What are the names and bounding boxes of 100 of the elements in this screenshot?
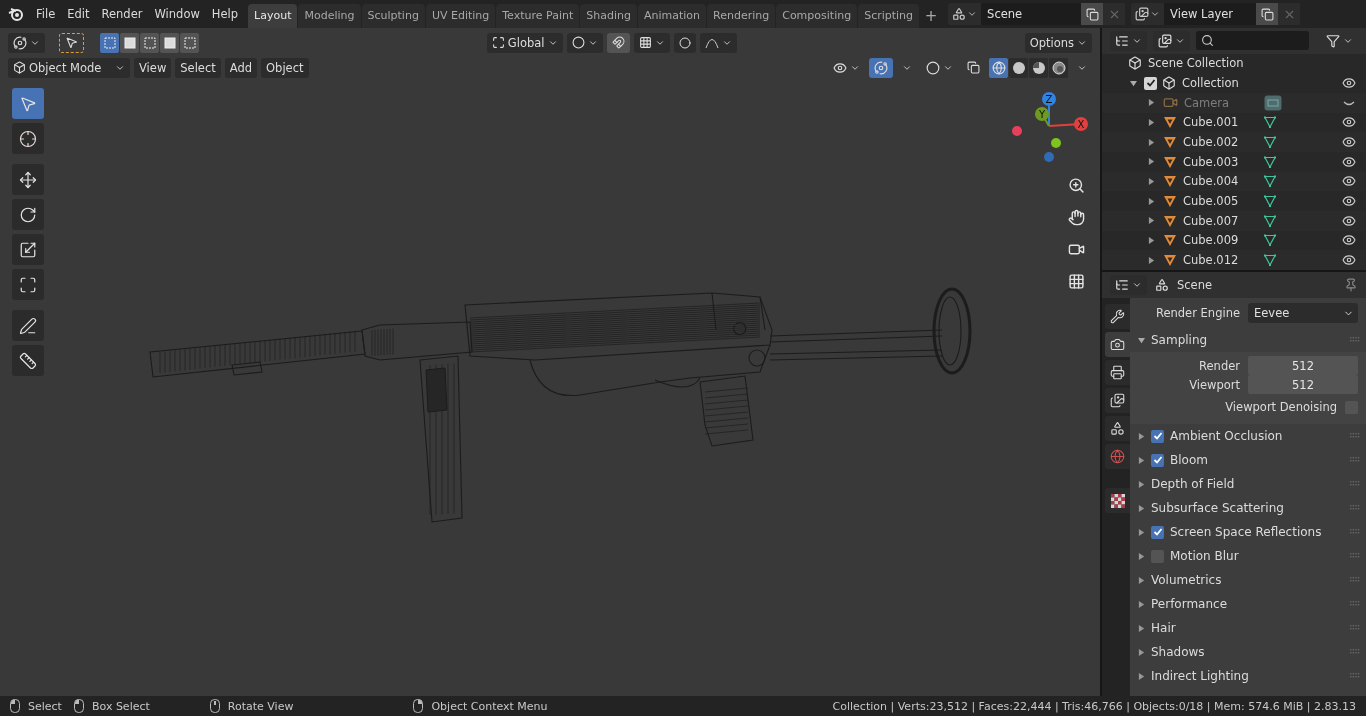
collapsed-triangle-icon[interactable]	[1147, 158, 1155, 166]
checkbox[interactable]	[1151, 429, 1164, 443]
mode-dropdown[interactable]: Object Mode	[8, 57, 130, 78]
eye-icon[interactable]	[1342, 213, 1356, 228]
tool-button[interactable]	[12, 234, 44, 265]
collapsed-triangle-icon[interactable]	[1147, 177, 1155, 185]
outliner-item-label[interactable]: Cube.009	[1183, 233, 1245, 248]
outliner-item-label[interactable]: Cube.002	[1183, 135, 1245, 150]
scene-selector-button[interactable]	[948, 3, 982, 25]
collapsed-triangle-icon[interactable]	[1138, 576, 1145, 584]
mesh-data-icon[interactable]	[1263, 115, 1277, 130]
mesh-data-icon[interactable]	[1263, 135, 1277, 150]
number-field[interactable]: 512	[1248, 356, 1358, 375]
panel-title[interactable]: Sampling	[1151, 333, 1344, 347]
outliner-item-label[interactable]: Collection	[1182, 76, 1244, 91]
menu-item[interactable]: Render	[95, 3, 149, 25]
workspace-tab[interactable]: Modeling	[298, 4, 361, 28]
drag-handle-icon[interactable]	[1350, 577, 1360, 583]
workspace-tab[interactable]: Animation	[637, 4, 707, 28]
selection-mode-button[interactable]	[160, 32, 179, 53]
drag-handle-icon[interactable]	[1350, 457, 1360, 463]
selection-mode-button[interactable]	[180, 32, 199, 53]
collapsed-triangle-icon[interactable]	[1138, 432, 1145, 440]
negative-axis-dot[interactable]	[1012, 126, 1022, 136]
tool-button[interactable]	[12, 310, 44, 341]
collapsed-triangle-icon[interactable]	[1147, 197, 1155, 205]
panel-title[interactable]: Ambient Occlusion	[1170, 429, 1344, 443]
collapsed-triangle-icon[interactable]	[1138, 624, 1145, 632]
add-workspace-button[interactable]: +	[920, 4, 943, 28]
menu-item[interactable]: Help	[205, 3, 245, 25]
selection-mode-button[interactable]	[100, 32, 119, 53]
axis-handle[interactable]: X	[1048, 117, 1088, 131]
outliner-item-label[interactable]: Cube.004	[1183, 174, 1245, 189]
collapsed-triangle-icon[interactable]	[1147, 217, 1155, 225]
drag-handle-icon[interactable]	[1350, 625, 1360, 631]
shading-mode-button[interactable]	[1049, 57, 1068, 78]
eye-icon[interactable]	[1342, 174, 1356, 189]
checkbox[interactable]	[1151, 525, 1164, 539]
expanded-triangle-icon[interactable]	[1129, 79, 1137, 87]
copy-button[interactable]	[1081, 3, 1104, 25]
workspace-tab[interactable]: Texture Paint	[496, 4, 580, 28]
selection-mode-button[interactable]	[140, 32, 159, 53]
viewport-menu[interactable]: Select	[175, 57, 221, 78]
display-mode-button[interactable]	[1153, 30, 1190, 51]
snap-target-dropdown[interactable]	[633, 32, 670, 53]
eye-icon[interactable]	[1342, 135, 1356, 150]
orientation-dropdown[interactable]: Global	[486, 32, 563, 53]
outliner-item-label[interactable]: Cube.005	[1183, 194, 1245, 209]
negative-axis-dot[interactable]	[1044, 152, 1054, 162]
collapsed-triangle-icon[interactable]	[1147, 236, 1155, 244]
outliner-type-button[interactable]	[1110, 30, 1147, 51]
shading-mode-button[interactable]	[989, 57, 1008, 78]
mesh-data-icon[interactable]	[1263, 194, 1277, 209]
editor-type-button[interactable]	[8, 32, 45, 53]
tool-button[interactable]	[12, 345, 44, 376]
tool-button[interactable]	[12, 164, 44, 195]
snap-button[interactable]	[606, 32, 630, 53]
collapsed-triangle-icon[interactable]	[1138, 600, 1145, 608]
collapsed-triangle-icon[interactable]	[1138, 648, 1145, 656]
mesh-data-icon[interactable]	[1263, 213, 1277, 228]
eye-icon[interactable]	[1342, 233, 1356, 248]
panel-title[interactable]: Subsurface Scattering	[1151, 501, 1344, 515]
drag-handle-icon[interactable]	[1350, 649, 1360, 655]
mesh-data-icon[interactable]	[1263, 233, 1277, 248]
collapsed-triangle-icon[interactable]	[1138, 456, 1145, 464]
viewport-menu[interactable]: Add	[224, 57, 258, 78]
tool-button[interactable]	[12, 269, 44, 300]
eye-icon[interactable]	[1342, 194, 1356, 209]
viewport-menu[interactable]: View	[134, 57, 172, 78]
collapsed-triangle-icon[interactable]	[1138, 480, 1145, 488]
collapsed-triangle-icon[interactable]	[1138, 672, 1145, 680]
properties-tab[interactable]	[1105, 332, 1130, 357]
search-field[interactable]	[1196, 31, 1309, 51]
mesh-data-icon[interactable]	[1263, 174, 1277, 189]
checkbox[interactable]	[1144, 76, 1157, 90]
menu-item[interactable]: Edit	[61, 3, 96, 25]
eye-icon[interactable]	[1342, 253, 1356, 268]
properties-tab[interactable]	[1105, 388, 1130, 413]
scene-name-field[interactable]: Scene	[981, 3, 1082, 25]
outliner-item-label[interactable]: Cube.001	[1183, 115, 1245, 130]
render-engine-dropdown[interactable]: Eevee	[1248, 303, 1358, 323]
app-logo-icon[interactable]	[8, 6, 24, 22]
drag-handle-icon[interactable]	[1350, 601, 1360, 607]
proportional-edit-button[interactable]	[673, 32, 696, 53]
panel-title[interactable]: Performance	[1151, 597, 1344, 611]
negative-axis-dot[interactable]	[1051, 138, 1061, 148]
outliner-item-label[interactable]: Cube.012	[1183, 253, 1245, 268]
collapsed-triangle-icon[interactable]	[1138, 504, 1145, 512]
drag-handle-icon[interactable]	[1350, 553, 1360, 559]
panel-title[interactable]: Motion Blur	[1170, 549, 1344, 563]
workspace-tab[interactable]: UV Editing	[425, 4, 496, 28]
selection-mode-button[interactable]	[120, 32, 139, 53]
drag-handle-icon[interactable]	[1350, 433, 1360, 439]
drag-handle-icon[interactable]	[1350, 529, 1360, 535]
shading-mode-button[interactable]	[1009, 57, 1028, 78]
collapsed-triangle-icon[interactable]	[1147, 118, 1155, 126]
properties-tab[interactable]	[1105, 304, 1130, 329]
workspace-tab[interactable]: Scripting	[858, 4, 920, 28]
tool-button[interactable]	[12, 123, 44, 154]
panel-title[interactable]: Hair	[1151, 621, 1344, 635]
